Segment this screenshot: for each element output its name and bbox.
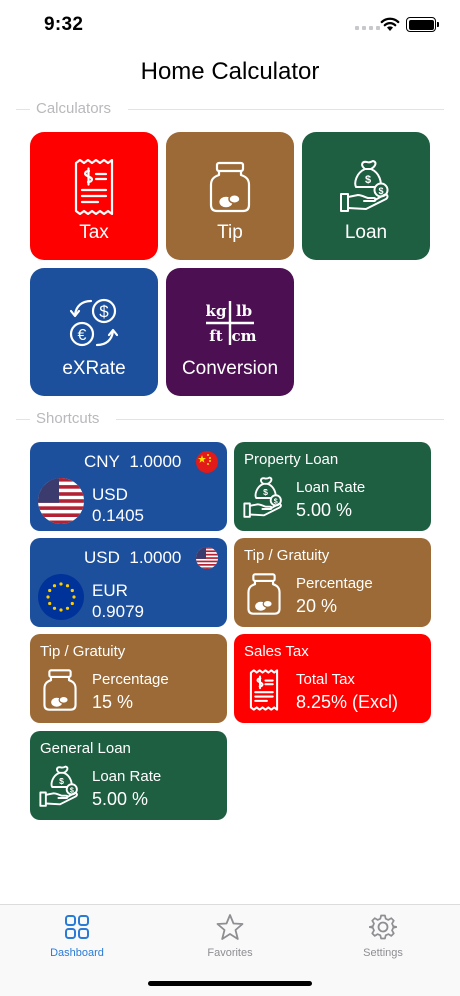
status-bar: 9:32 [0,0,460,50]
eu-flag-icon [38,574,84,620]
svg-text:$: $ [263,487,268,497]
home-indicator [148,981,312,986]
battery-icon [406,17,439,32]
shortcut-title: Tip / Gratuity [40,643,126,660]
shortcut-tip-15[interactable]: Tip / Gratuity Percentage 15 % [30,634,227,723]
shortcut-title: Property Loan [244,451,339,468]
shortcut-general-loan[interactable]: General Loan $ $ Loan Rate 5.00 % [30,731,227,820]
shortcut-key: Loan Rate [92,768,162,785]
exchange-rate-calculator-tile[interactable]: $ € eXRate [30,268,158,396]
tip-jar-icon [247,573,281,615]
tab-label: Favorites [207,947,253,959]
shortcut-exchange-usd-eur[interactable]: USD 1.0000 EUR 0.9079 [30,538,227,627]
receipt-icon [74,159,114,215]
shortcut-value: 8.25% (Excl) [296,692,399,712]
shortcut-tip-20[interactable]: Tip / Gratuity Percentage 20 % [234,538,431,627]
tab-favorites[interactable]: Favorites [175,913,285,959]
shortcut-title: Tip / Gratuity [244,547,330,564]
loan-calculator-tile[interactable]: $ $ Loan [302,132,430,260]
shortcut-key: Percentage [92,671,169,688]
section-label: Shortcuts [36,410,100,427]
conversion-calculator-tile[interactable]: kg lb ft cm Conversion [166,268,294,396]
shortcut-value: 15 % [92,692,134,712]
fx-base-code: CNY [84,452,120,471]
fx-target-code: USD [92,485,128,504]
fx-target-code: EUR [92,581,128,600]
svg-text:$: $ [378,186,383,196]
china-flag-icon [196,451,218,473]
loan-money-bag-icon: $ $ [39,765,78,807]
shortcut-sales-tax[interactable]: Sales Tax Total Tax 8.25% (Excl) [234,634,431,723]
svg-text:$: $ [365,174,371,186]
tip-jar-icon [209,161,251,213]
svg-text:$: $ [99,302,109,321]
loan-money-bag-icon: $ $ [243,476,282,518]
section-header-shortcuts: Shortcuts [0,410,460,430]
shortcut-title: Sales Tax [244,643,309,660]
fx-target-value: 0.9079 [92,602,144,621]
fx-base-amount: 1.0000 [129,548,182,567]
shortcut-title: General Loan [40,740,131,757]
page-title: Home Calculator [140,58,320,85]
tab-label: Settings [363,947,403,959]
fx-target-value: 0.1405 [92,506,144,525]
shortcut-key: Percentage [296,575,373,592]
status-time: 9:32 [44,14,84,35]
loan-money-bag-icon: $ $ [340,160,389,212]
shortcut-exchange-cny-usd[interactable]: CNY 1.0000 USD 0.1405 [30,442,227,531]
svg-text:$: $ [59,776,64,786]
unit-cm: cm [231,327,256,345]
tile-label: Conversion [181,358,279,379]
cellular-signal-icon [355,26,380,30]
shortcut-value: 5.00 % [92,789,149,809]
tab-settings[interactable]: Settings [328,913,438,959]
grid-icon [65,915,89,939]
fx-base-amount: 1.0000 [129,452,182,471]
section-label: Calculators [36,100,112,117]
unit-ft: ft [209,327,222,345]
unit-kg: kg [206,302,227,320]
tab-dashboard[interactable]: Dashboard [22,913,132,959]
tile-label: Tax [79,222,109,243]
tip-calculator-tile[interactable]: Tip [166,132,294,260]
star-icon [216,914,244,940]
usa-flag-icon [196,547,218,569]
shortcut-value: 5.00 % [296,500,353,520]
currency-exchange-icon: $ € [69,298,119,347]
gear-icon [369,914,397,940]
svg-text:€: € [78,327,87,344]
shortcut-property-loan[interactable]: Property Loan $ $ Loan Rate 5.00 % [234,442,431,531]
tax-calculator-tile[interactable]: Tax [30,132,158,260]
wifi-icon [380,17,400,31]
fx-base: USD 1.0000 [84,548,181,568]
tip-jar-icon [43,669,77,711]
fx-base: CNY 1.0000 [84,452,181,472]
shortcut-key: Total Tax [296,671,355,688]
unit-lb: lb [236,302,252,320]
shortcut-value: 20 % [296,596,338,616]
fx-base-code: USD [84,548,120,567]
tile-label: Loan [344,222,388,243]
usa-flag-icon [38,478,84,524]
section-header-calculators: Calculators [0,100,460,120]
tile-label: eXRate [62,358,126,379]
receipt-icon [249,669,279,711]
shortcut-key: Loan Rate [296,479,366,496]
tab-label: Dashboard [50,947,104,959]
unit-conversion-icon: kg lb ft cm [206,301,257,345]
tile-label: Tip [217,222,243,243]
